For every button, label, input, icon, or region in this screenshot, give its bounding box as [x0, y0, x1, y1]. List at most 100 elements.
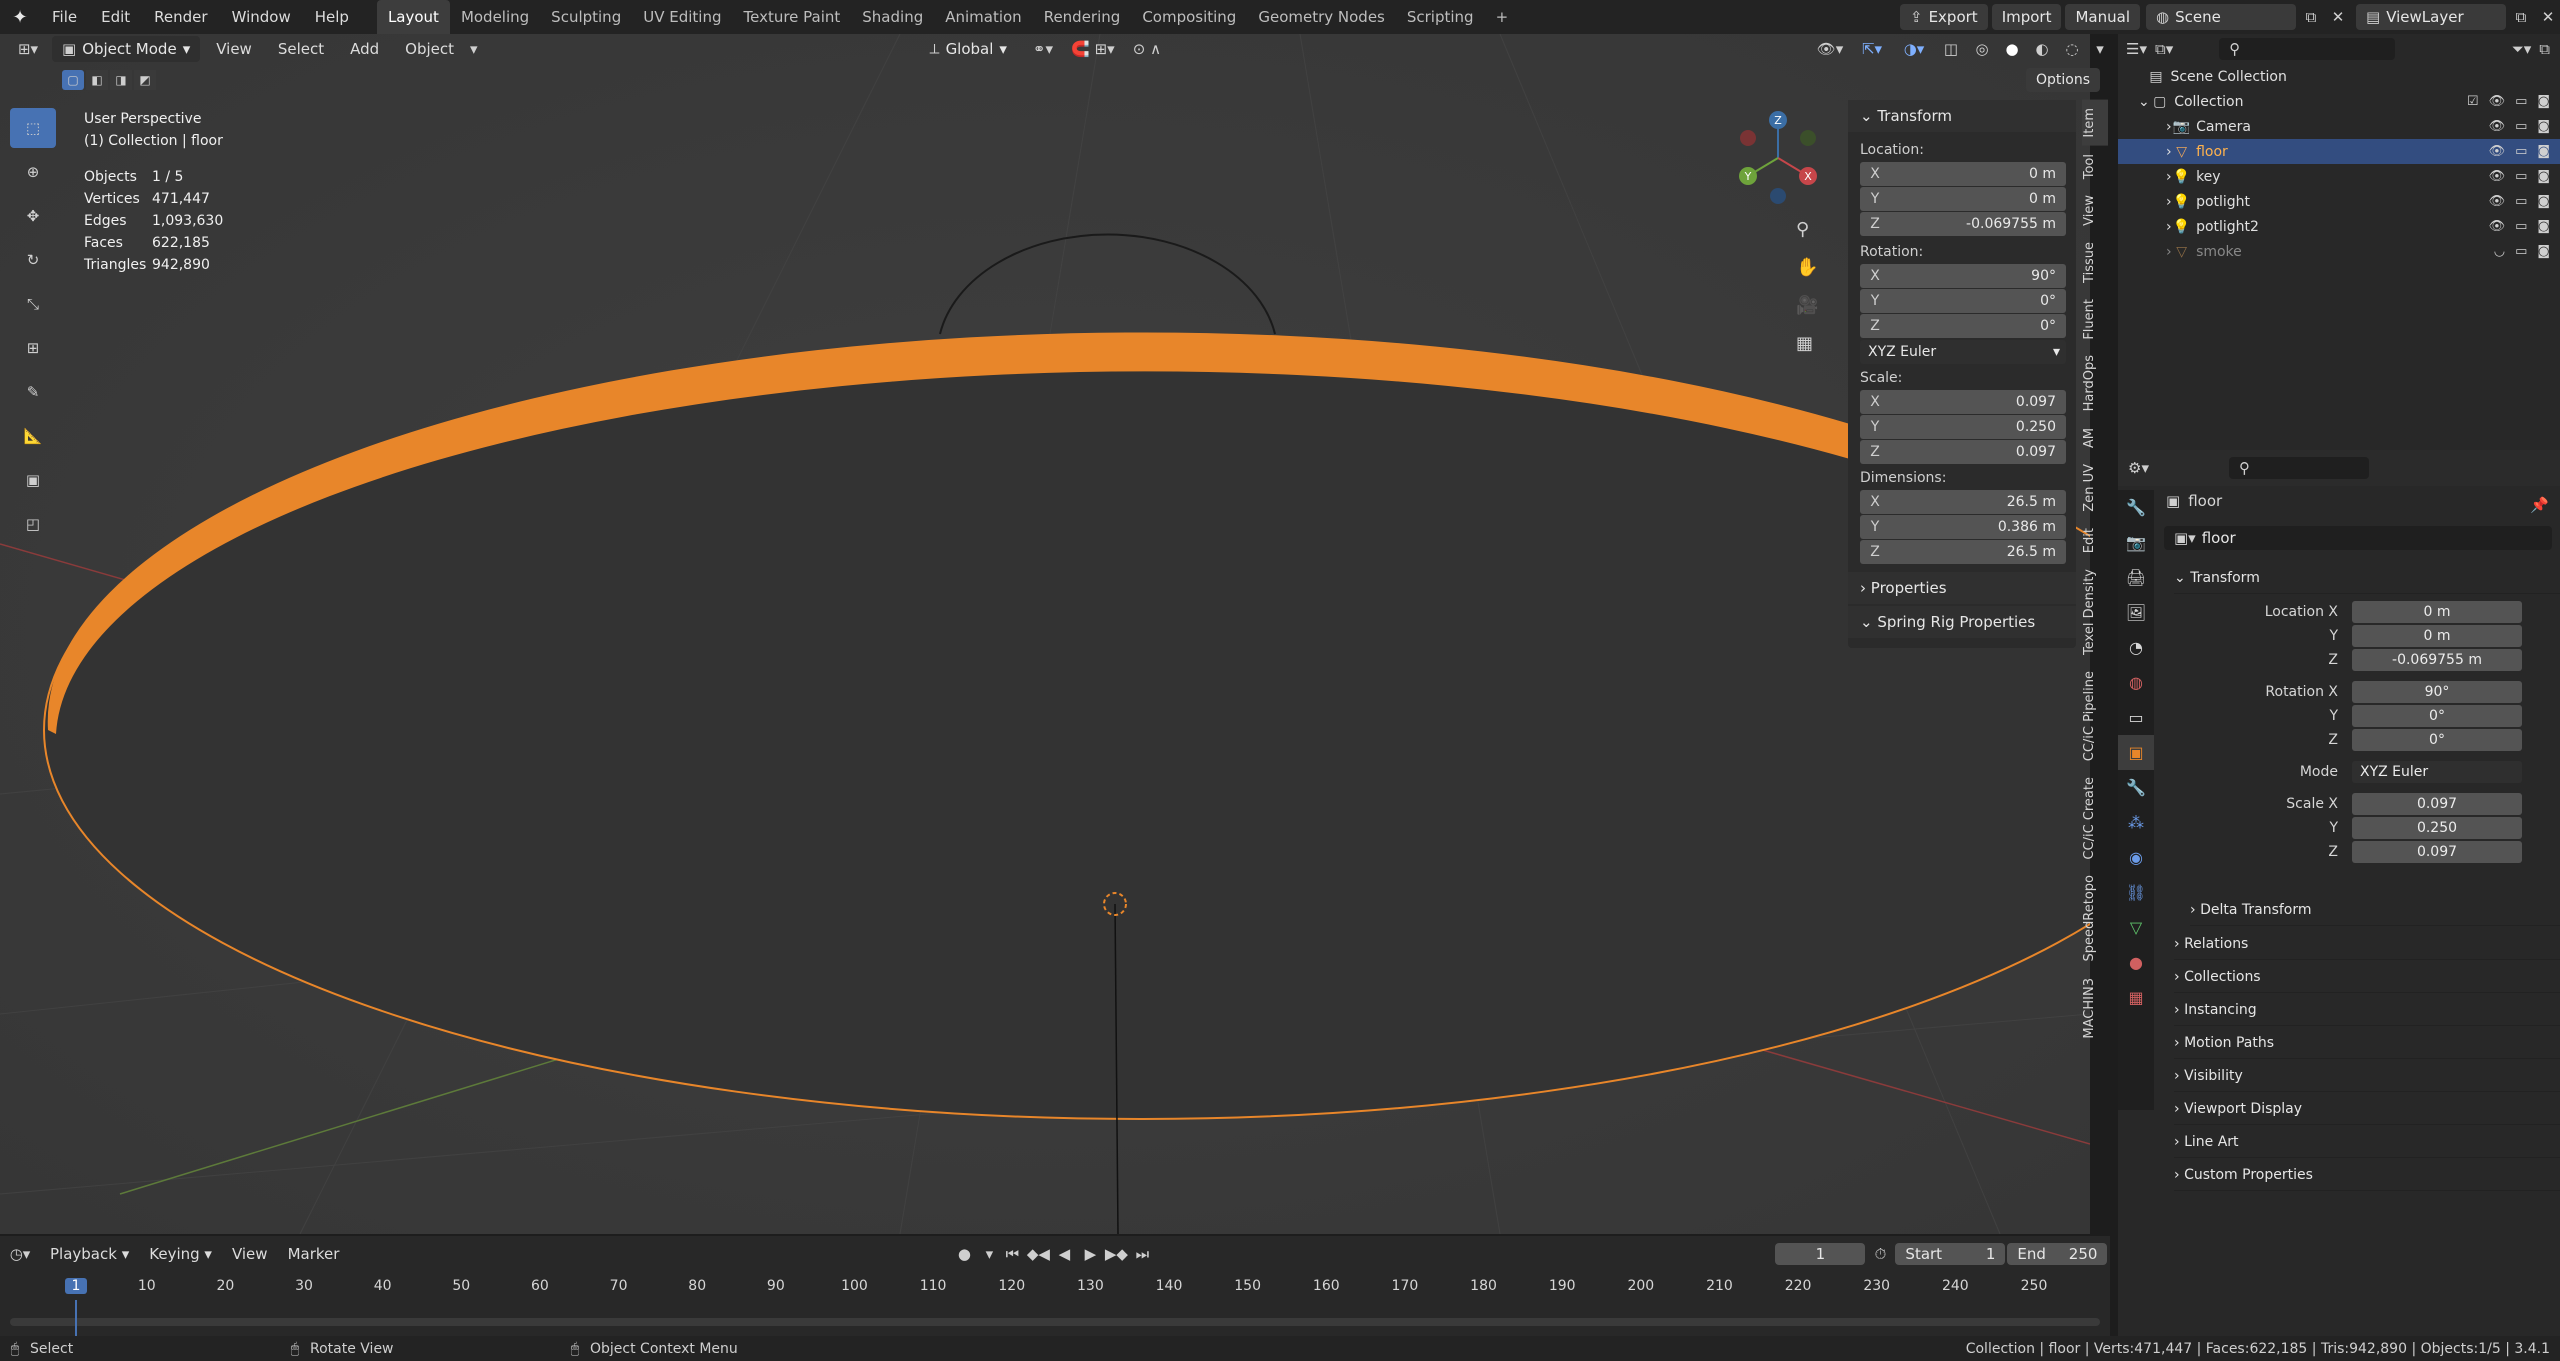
- outliner-collection[interactable]: ⌄ ▢ Collection ☑ 👁 ▭ ◙: [2118, 89, 2560, 114]
- pivot-icon[interactable]: ⚭▾: [1023, 40, 1063, 58]
- monitor-icon[interactable]: ▭: [2515, 144, 2527, 159]
- menu-help[interactable]: Help: [303, 0, 361, 34]
- prop-scale-z[interactable]: Z 0.097: [2162, 840, 2522, 864]
- play-reverse-icon[interactable]: ◀: [1051, 1245, 1077, 1263]
- tab-animation[interactable]: Animation: [934, 0, 1032, 34]
- orientation-dropdown[interactable]: ⟂ Global ▾: [920, 36, 1017, 62]
- mode-dropdown[interactable]: ▣ Object Mode ▾: [52, 36, 201, 62]
- tab-texture-paint[interactable]: Texture Paint: [732, 0, 851, 34]
- sidebar-tab-am[interactable]: AM: [2082, 420, 2108, 456]
- prop-rotation-y[interactable]: Y 0°: [2162, 704, 2522, 728]
- prop-rotation-mode[interactable]: Mode XYZ Euler: [2162, 760, 2522, 784]
- sidebar-tab-speedretopo[interactable]: SpeedRetopo: [2082, 867, 2108, 969]
- new-view-layer-icon[interactable]: ⧉: [2506, 8, 2536, 26]
- end-frame-field[interactable]: End 250: [2007, 1243, 2108, 1265]
- extra-tool-icon[interactable]: ◰: [10, 504, 56, 544]
- next-keyframe-icon[interactable]: ▶◆: [1103, 1245, 1129, 1263]
- sidebar-tab-texel-density[interactable]: Texel Density: [2082, 561, 2108, 663]
- properties-search-input[interactable]: ⚲: [2228, 457, 2369, 479]
- npanel-spring-rig-section[interactable]: ⌄ Spring Rig Properties: [1848, 606, 2076, 638]
- tab-layout[interactable]: Layout: [376, 0, 450, 34]
- play-icon[interactable]: ▶: [1077, 1245, 1103, 1263]
- rotation-z-field[interactable]: Z 0°: [1860, 314, 2066, 338]
- prop-location-y[interactable]: Y0 m: [2162, 624, 2522, 648]
- camera-render-icon[interactable]: ◙: [2537, 169, 2550, 184]
- import-button[interactable]: Import: [1991, 4, 2062, 30]
- scale-y-field[interactable]: Y 0.250: [1860, 415, 2066, 439]
- delete-view-layer-icon[interactable]: ✕: [2536, 8, 2560, 26]
- jump-start-icon[interactable]: ⏮: [999, 1245, 1025, 1263]
- scale-tool-icon[interactable]: ⤡: [10, 284, 56, 324]
- viewport-object-menu[interactable]: Object: [395, 40, 464, 58]
- eye-icon[interactable]: 👁: [2489, 119, 2506, 134]
- menu-window[interactable]: Window: [220, 0, 303, 34]
- eye-icon[interactable]: 👁: [2489, 194, 2506, 209]
- dimension-y-field[interactable]: Y 0.386 m: [1860, 515, 2066, 539]
- prev-keyframe-icon[interactable]: ◆◀: [1025, 1245, 1051, 1263]
- location-y-field[interactable]: Y0 m: [1860, 187, 2066, 211]
- zoom-icon[interactable]: ⚲: [1796, 210, 1809, 248]
- data-props-icon[interactable]: ▽: [2118, 910, 2154, 945]
- timeline-editor-icon[interactable]: ◷▾: [0, 1245, 40, 1263]
- select-extend-icon[interactable]: ◧: [86, 70, 108, 90]
- view-layer-selector[interactable]: ▤ ViewLayer: [2356, 4, 2506, 30]
- line-art-section[interactable]: › Line Art: [2174, 1126, 2560, 1158]
- cursor-tool-icon[interactable]: ⊕: [10, 152, 56, 192]
- annotate-tool-icon[interactable]: ✎: [10, 372, 56, 412]
- perspective-grid-icon[interactable]: ▦: [1796, 324, 1813, 362]
- new-collection-icon[interactable]: ⧉: [2539, 40, 2560, 58]
- shading-dropdown-icon[interactable]: ▾: [2090, 40, 2110, 58]
- navigation-gizmo[interactable]: Z X Y: [1728, 108, 1828, 208]
- particles-props-icon[interactable]: ⁂: [2118, 805, 2154, 840]
- collections-section[interactable]: › Collections: [2174, 961, 2560, 993]
- playback-menu[interactable]: Playback ▾: [40, 1245, 139, 1263]
- object-props-icon[interactable]: ▣: [2118, 735, 2154, 770]
- manual-button[interactable]: Manual: [2065, 4, 2140, 30]
- options-button[interactable]: Options: [2026, 68, 2101, 92]
- prop-rotation-z[interactable]: Z 0°: [2162, 728, 2522, 752]
- tab-shading[interactable]: Shading: [851, 0, 934, 34]
- motion-paths-section[interactable]: › Motion Paths: [2174, 1027, 2560, 1059]
- sidebar-tab-edit[interactable]: Edit: [2082, 520, 2108, 561]
- dimension-z-field[interactable]: Z 26.5 m: [1860, 540, 2066, 564]
- outliner-item-floor[interactable]: › ▽ floor 👁 ▭ ◙: [2118, 139, 2560, 164]
- add-cube-tool-icon[interactable]: ▣: [10, 460, 56, 500]
- eye-icon[interactable]: 👁: [2489, 169, 2506, 184]
- constraints-props-icon[interactable]: ⛓: [2118, 875, 2154, 910]
- menu-render[interactable]: Render: [142, 0, 219, 34]
- monitor-icon[interactable]: ▭: [2515, 244, 2527, 259]
- scene-selector[interactable]: ◍ Scene: [2146, 4, 2296, 30]
- tab-scripting[interactable]: Scripting: [1396, 0, 1485, 34]
- viewport-select-menu[interactable]: Select: [268, 40, 334, 58]
- shading-solid-icon[interactable]: ●: [2000, 40, 2024, 58]
- timeline-view-menu[interactable]: View: [222, 1245, 278, 1263]
- outliner-editor-icon[interactable]: ☰▾: [2126, 40, 2147, 58]
- view-layer-props-icon[interactable]: 🖼: [2118, 595, 2154, 630]
- marker-menu[interactable]: Marker: [278, 1245, 350, 1263]
- outliner-search-input[interactable]: ⚲: [2219, 38, 2396, 60]
- camera-render-icon[interactable]: ◙: [2537, 219, 2550, 234]
- outliner-item-potlight[interactable]: › 💡 potlight 👁 ▭ ◙: [2118, 189, 2560, 214]
- npanel-properties-section[interactable]: › Properties: [1848, 572, 2076, 604]
- tab-modeling[interactable]: Modeling: [450, 0, 540, 34]
- display-mode-icon[interactable]: ⧉▾: [2155, 40, 2173, 58]
- relations-section[interactable]: › Relations: [2174, 928, 2560, 960]
- monitor-icon[interactable]: ▭: [2515, 169, 2527, 184]
- object-dropdown-icon[interactable]: ▾: [470, 40, 478, 58]
- export-button[interactable]: ⇪ Export: [1900, 4, 1988, 30]
- tab-compositing[interactable]: Compositing: [1131, 0, 1247, 34]
- start-frame-field[interactable]: Start 1: [1895, 1243, 2006, 1265]
- current-frame-field[interactable]: 1: [1775, 1243, 1866, 1265]
- prop-location-z[interactable]: Z -0.069755 m: [2162, 648, 2522, 672]
- sidebar-tab-hardops[interactable]: HardOps: [2082, 347, 2108, 419]
- camera-view-icon[interactable]: 🎥: [1796, 286, 1818, 324]
- rotation-y-field[interactable]: Y 0°: [1860, 289, 2066, 313]
- auto-key-icon[interactable]: ▾: [979, 1245, 999, 1263]
- filter-icon[interactable]: ⏷▾: [2512, 40, 2532, 58]
- keying-menu[interactable]: Keying ▾: [139, 1245, 222, 1263]
- material-props-icon[interactable]: ●: [2118, 945, 2154, 980]
- sidebar-tab-cc-create[interactable]: CC/iC Create: [2082, 769, 2108, 868]
- custom-properties-section[interactable]: › Custom Properties: [2174, 1159, 2560, 1191]
- tab-sculpting[interactable]: Sculpting: [540, 0, 632, 34]
- delete-scene-icon[interactable]: ✕: [2326, 8, 2350, 26]
